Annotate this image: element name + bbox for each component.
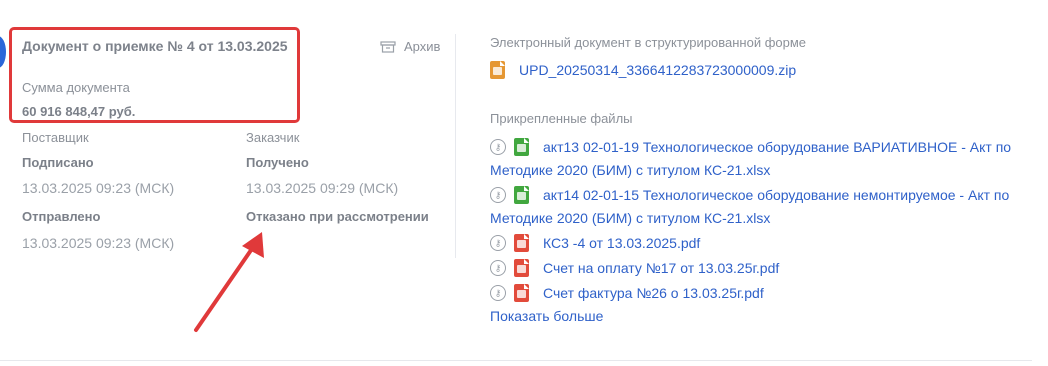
- pdf-file-icon: [514, 284, 529, 302]
- annotation-arrow-icon: [194, 232, 264, 332]
- supplier-date-signed: 13.03.2025 09:23 (МСК): [22, 180, 175, 196]
- signature-key-icon[interactable]: ⚷: [490, 139, 506, 155]
- file-link-continued[interactable]: Методике 2020 (БИМ) с титулом КС-21.xlsx: [490, 210, 770, 226]
- pdf-file-icon: [514, 234, 529, 252]
- signature-key-icon[interactable]: ⚷: [490, 235, 506, 251]
- sum-label: Сумма документа: [22, 80, 130, 95]
- file-link[interactable]: КС3 -4 от 13.03.2025.pdf: [543, 235, 700, 251]
- signature-key-icon[interactable]: ⚷: [490, 187, 506, 203]
- structured-file-link[interactable]: UPD_20250314_3366412283723000009.zip: [519, 62, 796, 78]
- zip-file-icon: [490, 61, 505, 79]
- file-link[interactable]: акт14 02-01-15 Технологическое оборудова…: [543, 187, 1009, 203]
- column-divider: [455, 34, 456, 258]
- signature-key-icon[interactable]: ⚷: [490, 260, 506, 276]
- supplier-label: Поставщик: [22, 130, 89, 145]
- file-row[interactable]: ⚷ акт13 02-01-19 Технологическое оборудо…: [490, 138, 1011, 156]
- archive-button[interactable]: Архив: [380, 39, 440, 54]
- file-row[interactable]: ⚷ Счет на оплату №17 от 13.03.25г.pdf: [490, 259, 779, 277]
- file-link[interactable]: акт13 02-01-19 Технологическое оборудова…: [543, 139, 1011, 155]
- customer-label: Заказчик: [246, 130, 300, 145]
- pdf-file-icon: [514, 259, 529, 277]
- file-link[interactable]: Счет на оплату №17 от 13.03.25г.pdf: [543, 260, 779, 276]
- file-row[interactable]: ⚷ КС3 -4 от 13.03.2025.pdf: [490, 234, 700, 252]
- sum-value: 60 916 848,47 руб.: [22, 104, 136, 119]
- customer-status-rejected: Отказано при рассмотрении: [246, 209, 429, 224]
- document-title: Документ о приемке № 4 от 13.03.2025: [22, 38, 288, 54]
- structured-doc-label: Электронный документ в структурированной…: [490, 35, 807, 50]
- customer-date-received: 13.03.2025 09:29 (МСК): [246, 180, 399, 196]
- show-more-link[interactable]: Показать больше: [490, 308, 603, 324]
- file-link-continued[interactable]: Методике 2020 (БИМ) с титулом КС-21.xlsx: [490, 162, 770, 178]
- signature-key-icon[interactable]: ⚷: [490, 285, 506, 301]
- supplier-status-sent: Отправлено: [22, 209, 101, 224]
- status-indicator: [0, 36, 6, 68]
- file-link[interactable]: Счет фактура №26 о 13.03.25г.pdf: [543, 285, 764, 301]
- file-row[interactable]: ⚷ Счет фактура №26 о 13.03.25г.pdf: [490, 284, 764, 302]
- structured-file-row[interactable]: UPD_20250314_3366412283723000009.zip: [490, 61, 796, 79]
- customer-status-received: Получено: [246, 155, 309, 170]
- bottom-divider: [0, 360, 1032, 361]
- supplier-status-signed: Подписано: [22, 155, 94, 170]
- supplier-date-sent: 13.03.2025 09:23 (МСК): [22, 235, 175, 251]
- file-row[interactable]: ⚷ акт14 02-01-15 Технологическое оборудо…: [490, 186, 1009, 204]
- attached-files-label: Прикрепленные файлы: [490, 111, 633, 126]
- archive-icon: [380, 40, 396, 53]
- archive-label: Архив: [404, 39, 441, 54]
- xlsx-file-icon: [514, 186, 529, 204]
- xlsx-file-icon: [514, 138, 529, 156]
